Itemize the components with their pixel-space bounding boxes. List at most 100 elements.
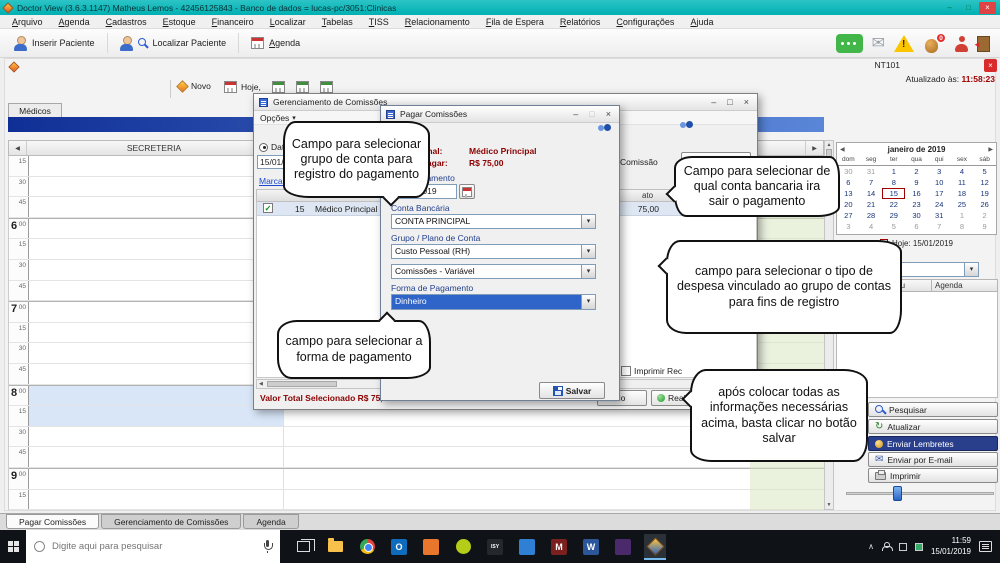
agenda-slot[interactable]	[29, 469, 284, 489]
calendar-date[interactable]: 28	[860, 210, 883, 221]
microphone-icon[interactable]	[263, 540, 272, 553]
tab-medicos[interactable]: Médicos	[8, 103, 62, 117]
enviar-lembretes-button[interactable]: Enviar Lembretes	[868, 436, 998, 451]
scroll-right-button[interactable]: ▶	[805, 141, 823, 155]
grid-header-agenda[interactable]: Agenda	[932, 279, 998, 292]
tray-icon-2[interactable]	[915, 543, 923, 551]
calendar-date[interactable]: 24	[928, 199, 951, 210]
date-picker-button[interactable]	[459, 184, 475, 199]
calendar-date[interactable]: 8	[882, 177, 905, 188]
imprimir-recibo-checkbox[interactable]: Imprimir Rec	[621, 366, 682, 376]
agenda-slot[interactable]	[29, 386, 284, 406]
calendar-date[interactable]: 13	[837, 188, 860, 199]
chevron-down-icon[interactable]: ▾	[581, 245, 595, 258]
agenda-slot[interactable]	[29, 260, 284, 280]
calendar-date[interactable]: 4	[860, 221, 883, 232]
scrollbar-thumb[interactable]	[267, 381, 337, 387]
agenda-slot[interactable]	[29, 406, 284, 426]
enviar-email-button[interactable]: ✉ Enviar por E-mail	[868, 452, 998, 467]
taskbar-search[interactable]	[26, 530, 280, 563]
calendar-date[interactable]: 3	[928, 166, 951, 177]
agenda-slot[interactable]	[29, 447, 284, 467]
isy-button[interactable]: ISY	[484, 534, 506, 560]
scroll-left-icon[interactable]: ◀	[257, 381, 265, 387]
agenda-slot[interactable]	[29, 343, 284, 363]
calendar-date[interactable]: 2	[905, 166, 928, 177]
hoje-button[interactable]: Hoje,	[224, 81, 261, 93]
calendar-date[interactable]: 20	[837, 199, 860, 210]
localizar-paciente-button[interactable]: Localizar Paciente	[112, 33, 235, 54]
maximize-button[interactable]: □	[727, 97, 732, 107]
calendar-prev-button[interactable]: ◀	[840, 146, 850, 153]
file-explorer-button[interactable]	[324, 534, 346, 560]
minimize-button[interactable]: –	[573, 109, 578, 119]
tab-agenda[interactable]: Agenda	[243, 514, 298, 529]
calendar-date[interactable]: 5	[882, 221, 905, 232]
calendar-date[interactable]: 30	[905, 210, 928, 221]
app-button-3[interactable]	[516, 534, 538, 560]
imprimir-button[interactable]: Imprimir	[868, 468, 998, 483]
agenda-time-row[interactable]: 15	[9, 490, 824, 511]
calendar-date[interactable]: 2	[973, 210, 996, 221]
calendar-date[interactable]: 31	[928, 210, 951, 221]
agenda-slot[interactable]	[29, 177, 284, 197]
novo-button[interactable]: Novo	[178, 81, 211, 91]
menu-item[interactable]: Arquivo	[4, 17, 51, 27]
calendar-date[interactable]: 27	[837, 210, 860, 221]
pesquisar-button[interactable]: Pesquisar	[868, 402, 998, 417]
month-view-button[interactable]	[320, 81, 333, 93]
inner-window-close-button[interactable]: ×	[984, 59, 997, 72]
app-button-2[interactable]	[452, 534, 474, 560]
people-icon[interactable]	[597, 124, 613, 137]
week-view-button[interactable]	[296, 81, 309, 93]
inserir-paciente-button[interactable]: Inserir Paciente	[6, 33, 103, 54]
menu-item[interactable]: Relatórios	[552, 17, 609, 27]
scroll-up-icon[interactable]: ▲	[827, 142, 832, 148]
calendar-date[interactable]: 7	[860, 177, 883, 188]
mail-icon[interactable]: ✉	[872, 36, 885, 52]
agenda-time-row[interactable]: 900	[9, 468, 824, 490]
menu-item[interactable]: Cadastros	[98, 17, 155, 27]
calendar-date[interactable]: 17	[928, 188, 951, 199]
calendar-date[interactable]: 30	[837, 166, 860, 177]
calendar-date[interactable]: 1	[882, 166, 905, 177]
agenda-slot-right[interactable]	[284, 490, 824, 510]
calendar-date[interactable]: 19	[973, 188, 996, 199]
word-button[interactable]: W	[580, 534, 602, 560]
calendar-date[interactable]: 21	[860, 199, 883, 210]
salvar-button[interactable]: Salvar	[539, 382, 605, 399]
chat-icon[interactable]	[836, 34, 863, 53]
agenda-slot[interactable]	[29, 281, 284, 301]
chrome-button[interactable]	[356, 534, 378, 560]
calendar-date[interactable]: 25	[951, 199, 974, 210]
menu-item[interactable]: Financeiro	[204, 17, 262, 27]
menu-item[interactable]: Relacionamento	[397, 17, 478, 27]
calendar-date[interactable]: 4	[951, 166, 974, 177]
calendar-date[interactable]: 15	[882, 188, 905, 199]
exit-icon[interactable]	[977, 36, 990, 52]
calendar-date[interactable]: 5	[973, 166, 996, 177]
calendar-next-button[interactable]: ▶	[983, 146, 993, 153]
agenda-slot[interactable]	[29, 323, 284, 343]
calendar-date[interactable]: 11	[951, 177, 974, 188]
agenda-slot-right[interactable]	[284, 469, 824, 489]
tipo-despesa-select[interactable]: Comissões - Variável ▾	[391, 264, 596, 279]
menu-item[interactable]: Localizar	[262, 17, 314, 27]
agenda-slot[interactable]	[29, 239, 284, 259]
taskbar-search-input[interactable]	[52, 541, 256, 552]
task-view-button[interactable]	[292, 534, 314, 560]
tray-icon-1[interactable]	[899, 543, 907, 551]
calendar-date[interactable]: 7	[928, 221, 951, 232]
start-button[interactable]	[0, 530, 26, 563]
calendar-date[interactable]: 1	[951, 210, 974, 221]
agenda-slot[interactable]	[29, 364, 284, 384]
agenda-slot[interactable]	[29, 197, 284, 217]
calendar-date[interactable]: 9	[905, 177, 928, 188]
tab-pagar-comissoes[interactable]: Pagar Comissões	[6, 514, 99, 529]
minimize-button[interactable]: –	[711, 97, 716, 107]
grupo-plano-select[interactable]: Custo Pessoal (RH) ▾	[391, 244, 596, 259]
agenda-slot[interactable]	[29, 490, 284, 510]
menu-item[interactable]: Tabelas	[314, 17, 361, 27]
menu-item[interactable]: Agenda	[51, 17, 98, 27]
column-header-secreteria[interactable]: SECRETERIA	[27, 143, 282, 153]
